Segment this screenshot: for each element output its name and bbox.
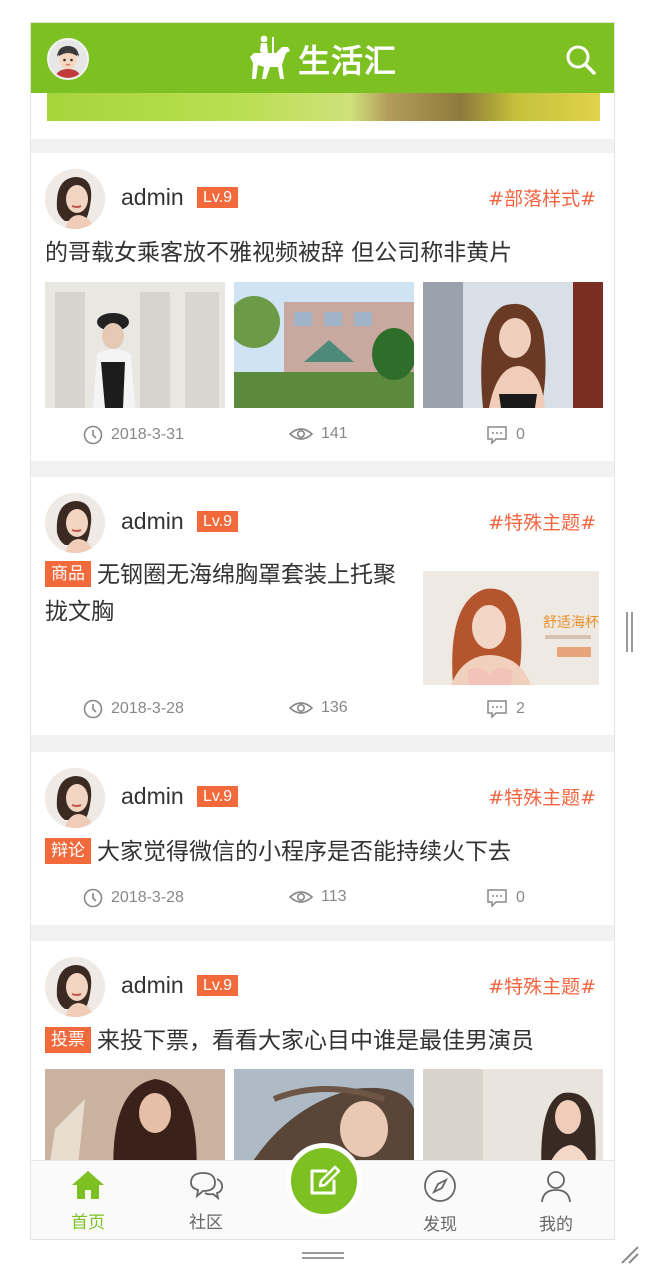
post-meta: 2018-3-28 136 2 — [31, 699, 614, 729]
clock-icon — [83, 699, 103, 719]
post-comments[interactable]: 0 — [486, 888, 525, 908]
tab-community[interactable]: 社区 — [171, 1169, 241, 1233]
comment-icon — [487, 700, 507, 719]
author-avatar[interactable] — [45, 768, 105, 828]
post-date: 2018-3-28 — [83, 699, 184, 719]
post-meta: 2018-3-28 113 0 — [31, 888, 614, 918]
views-count: 113 — [321, 888, 347, 905]
comment-icon — [487, 889, 507, 908]
post-card[interactable]: admin Lv.9 #特殊主题# 辩论 大家觉得微信的小程序是否能持续火下去 2… — [31, 752, 614, 925]
author-name[interactable]: admin — [121, 972, 184, 999]
author-avatar[interactable] — [45, 493, 105, 553]
compose-button[interactable] — [286, 1143, 362, 1219]
eye-icon — [289, 702, 313, 714]
post-tag: 投票 — [45, 1027, 91, 1053]
eye-icon — [289, 891, 313, 903]
level-badge: Lv.9 — [197, 786, 239, 807]
corner-resize-icon[interactable] — [620, 1245, 640, 1265]
views-count: 141 — [321, 425, 348, 442]
search-icon — [566, 45, 596, 75]
clock-icon — [83, 888, 103, 908]
edit-icon — [310, 1165, 341, 1195]
banner-image[interactable] — [47, 93, 600, 121]
tab-discover-label: 发现 — [423, 1215, 457, 1235]
chat-bubbles-icon — [190, 1172, 224, 1201]
banner-slider[interactable] — [31, 93, 614, 139]
tab-mine-label: 我的 — [539, 1215, 573, 1235]
post-views: 113 — [289, 888, 347, 906]
author-name[interactable]: admin — [121, 783, 184, 810]
image-gallery — [45, 282, 603, 408]
topic-link[interactable]: #部落样式# — [488, 184, 596, 211]
header-bar: 生活汇 — [31, 23, 614, 93]
user-icon — [541, 1171, 571, 1203]
comments-count: 0 — [516, 426, 525, 443]
avatar-icon — [45, 768, 105, 828]
home-icon — [72, 1171, 104, 1199]
author-name[interactable]: admin — [121, 184, 184, 211]
app-frame: 生活汇 admin Lv.9 #部落样式# 的哥载女乘客放不雅视频被辞 但公司称… — [30, 22, 615, 1240]
avatar-icon — [45, 493, 105, 553]
date-text: 2018-3-28 — [111, 700, 184, 717]
post-views: 136 — [289, 699, 348, 717]
post-title[interactable]: 投票 来投下票，看看大家心目中谁是最佳男演员 — [45, 1023, 605, 1060]
author-avatar[interactable] — [45, 957, 105, 1017]
post-title-text: 大家觉得微信的小程序是否能持续火下去 — [97, 839, 511, 865]
comments-count: 2 — [516, 700, 525, 717]
level-badge: Lv.9 — [197, 511, 239, 532]
post-date: 2018-3-28 — [83, 888, 184, 908]
post-title[interactable]: 商品 无钢圈无海绵胸罩套装上托聚拢文胸 — [45, 557, 405, 631]
post-title[interactable]: 的哥载女乘客放不雅视频被辞 但公司称非黄片 — [45, 235, 605, 272]
avatar-icon — [45, 169, 105, 229]
post-thumbnail[interactable]: 舒适海杯 — [423, 571, 599, 685]
avatar-icon — [49, 40, 87, 78]
post-title-text: 来投下票，看看大家心目中谁是最佳男演员 — [97, 1028, 534, 1054]
compass-icon — [424, 1170, 456, 1202]
topic-link[interactable]: #特殊主题# — [488, 508, 596, 535]
level-badge: Lv.9 — [197, 187, 239, 208]
post-meta: 2018-3-31 141 0 — [31, 425, 614, 455]
post-tag: 商品 — [45, 561, 91, 587]
post-title-text: 的哥载女乘客放不雅视频被辞 但公司称非黄片 — [45, 240, 513, 266]
tab-home-label: 首页 — [71, 1213, 105, 1233]
post-image[interactable] — [234, 282, 414, 408]
post-views: 141 — [289, 425, 348, 443]
search-button[interactable] — [564, 43, 598, 77]
author-name[interactable]: admin — [121, 508, 184, 535]
comment-icon — [487, 426, 507, 445]
post-date: 2018-3-31 — [83, 425, 184, 445]
tab-community-label: 社区 — [189, 1213, 223, 1233]
post-title-text: 无钢圈无海绵胸罩套装上托聚拢文胸 — [45, 562, 396, 625]
post-comments[interactable]: 0 — [486, 425, 525, 445]
tab-home[interactable]: 首页 — [53, 1169, 123, 1233]
author-avatar[interactable] — [45, 169, 105, 229]
post-card[interactable]: admin Lv.9 #部落样式# 的哥载女乘客放不雅视频被辞 但公司称非黄片 — [31, 153, 614, 461]
scrollbar-grip-icon[interactable] — [626, 612, 634, 652]
horse-rider-icon — [250, 35, 290, 79]
post-card[interactable]: admin Lv.9 #特殊主题# 商品 无钢圈无海绵胸罩套装上托聚拢文胸 舒适海… — [31, 477, 614, 735]
post-comments[interactable]: 2 — [486, 699, 525, 719]
thumbnail-caption: 舒适海杯 — [543, 615, 599, 631]
app-logo: 生活汇 — [246, 35, 397, 83]
clock-icon — [83, 425, 103, 445]
post-tag: 辩论 — [45, 838, 91, 864]
topic-link[interactable]: #特殊主题# — [488, 783, 596, 810]
post-image[interactable] — [423, 282, 603, 408]
resize-handle-icon[interactable] — [302, 1251, 344, 1261]
topic-link[interactable]: #特殊主题# — [488, 972, 596, 999]
user-avatar-button[interactable] — [47, 38, 89, 80]
date-text: 2018-3-31 — [111, 426, 184, 443]
level-badge: Lv.9 — [197, 975, 239, 996]
date-text: 2018-3-28 — [111, 889, 184, 906]
tab-discover[interactable]: 发现 — [405, 1169, 475, 1235]
tab-mine[interactable]: 我的 — [521, 1169, 591, 1235]
eye-icon — [289, 428, 313, 440]
comments-count: 0 — [516, 889, 525, 906]
app-title: 生活汇 — [298, 42, 398, 80]
avatar-icon — [45, 957, 105, 1017]
views-count: 136 — [321, 699, 348, 716]
post-title[interactable]: 辩论 大家觉得微信的小程序是否能持续火下去 — [45, 834, 605, 871]
post-image[interactable] — [45, 282, 225, 408]
bottom-tab-bar: 首页 社区 发现 我的 — [31, 1143, 614, 1239]
